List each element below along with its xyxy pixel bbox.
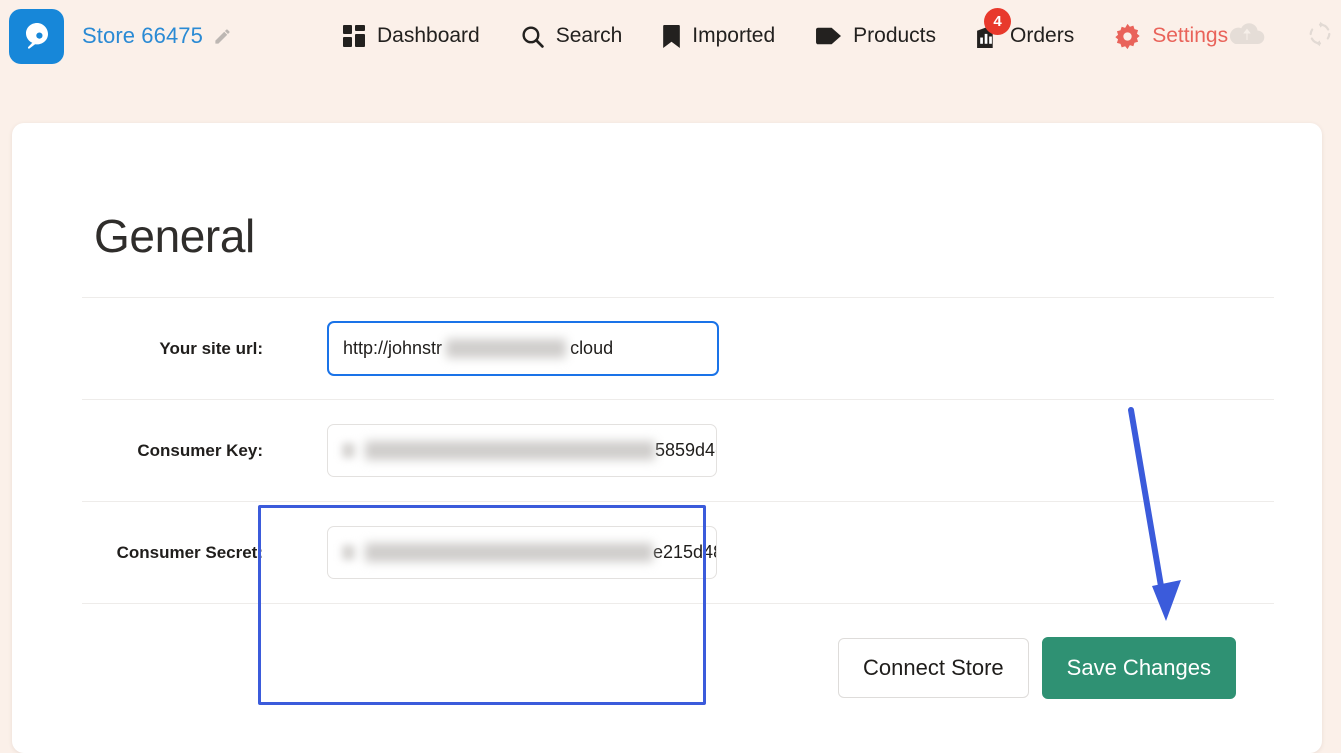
save-changes-button[interactable]: Save Changes: [1042, 637, 1236, 699]
search-icon: [520, 24, 545, 49]
consumer-key-value-suffix: 5859d4c: [655, 440, 717, 461]
site-url-value-suffix: cloud: [570, 338, 613, 359]
nav-label-orders: Orders: [1010, 24, 1074, 48]
orders-count-badge: 4: [984, 8, 1011, 35]
nav-label-products: Products: [853, 24, 936, 48]
site-url-value-prefix: http://johnstr: [343, 338, 442, 359]
form-row-site-url: Your site url: http://johnstr cloud: [82, 297, 1274, 399]
topbar-right-actions: c: [1228, 8, 1341, 65]
card-inner: General Your site url: http://johnstr cl…: [12, 123, 1322, 731]
bar-chart-icon: 4: [976, 24, 999, 49]
grid-dashboard-icon: [342, 24, 366, 48]
nav-item-settings[interactable]: Settings: [1114, 23, 1228, 50]
nav-item-imported[interactable]: Imported: [662, 24, 775, 49]
consumer-key-redacted-lead: [342, 443, 355, 458]
field-wrap-site-url: http://johnstr cloud: [269, 321, 1274, 376]
bookmark-icon: [662, 24, 681, 49]
page-title: General: [82, 123, 1274, 297]
consumer-key-redacted-block: [365, 441, 655, 460]
refresh-sync-icon[interactable]: [1306, 20, 1334, 53]
consumer-secret-redacted-block: [365, 543, 653, 562]
nav-item-dashboard[interactable]: Dashboard: [342, 24, 480, 48]
label-consumer-secret: Consumer Secret:: [94, 543, 269, 563]
main-nav: Dashboard Search Imported: [342, 23, 1228, 50]
label-site-url: Your site url:: [94, 339, 269, 359]
pencil-icon[interactable]: [213, 27, 232, 46]
nav-item-orders[interactable]: 4 Orders: [976, 24, 1074, 49]
store-name-link[interactable]: Store 66475: [82, 23, 203, 49]
consumer-secret-redacted-lead: [342, 545, 355, 560]
form-row-consumer-key: Consumer Key: 5859d4c: [82, 399, 1274, 501]
nav-item-search[interactable]: Search: [520, 24, 623, 49]
nav-item-products[interactable]: Products: [815, 24, 936, 48]
gear-icon: [1114, 23, 1141, 50]
site-url-input[interactable]: http://johnstr cloud: [327, 321, 719, 376]
nav-label-settings: Settings: [1152, 24, 1228, 48]
field-wrap-consumer-secret: e215d48: [269, 526, 1274, 579]
consumer-secret-value-suffix: e215d48: [653, 542, 717, 563]
form-row-consumer-secret: Consumer Secret: e215d48: [82, 501, 1274, 603]
nav-label-dashboard: Dashboard: [377, 24, 480, 48]
form-actions: Connect Store Save Changes: [82, 603, 1274, 731]
brand-block: Store 66475: [9, 9, 232, 64]
top-navigation-bar: Store 66475 Dashboard: [0, 0, 1341, 72]
quikstore-pin-logo-icon[interactable]: [9, 9, 64, 64]
label-consumer-key: Consumer Key:: [94, 441, 269, 461]
consumer-key-input[interactable]: 5859d4c: [327, 424, 717, 477]
nav-label-imported: Imported: [692, 24, 775, 48]
consumer-secret-input[interactable]: e215d48: [327, 526, 717, 579]
general-settings-card: General Your site url: http://johnstr cl…: [12, 123, 1322, 753]
field-wrap-consumer-key: 5859d4c: [269, 424, 1274, 477]
tag-icon: [815, 26, 842, 46]
site-url-redacted-block: [446, 339, 566, 358]
nav-label-search: Search: [556, 24, 623, 48]
connect-store-button[interactable]: Connect Store: [838, 638, 1029, 698]
cloud-upload-icon[interactable]: [1228, 20, 1266, 52]
